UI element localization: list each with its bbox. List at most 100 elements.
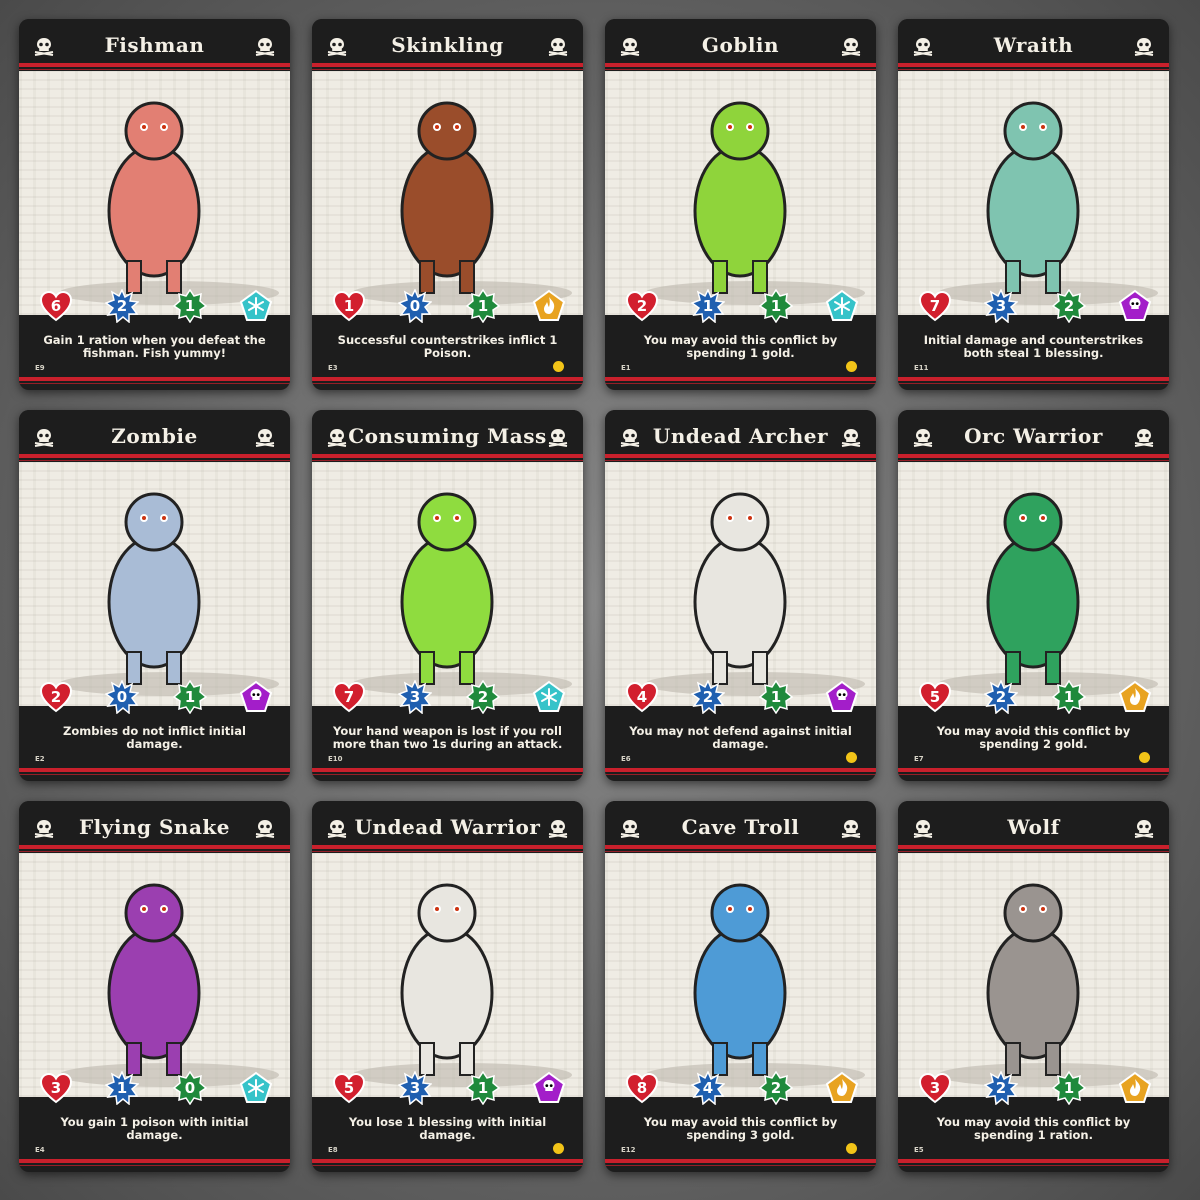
card-rule-text: Zombies do not inflict initial damage. (63, 724, 246, 751)
card-code: E1 (621, 364, 631, 372)
header-stripe (605, 845, 876, 849)
gold-coin-icon (846, 752, 857, 763)
card-code: E9 (35, 364, 45, 372)
card-rule-text: Your hand weapon is lost if you roll mor… (332, 724, 563, 751)
header-stripe (312, 63, 583, 67)
monster-illustration (312, 462, 583, 706)
card-rule-text: You may avoid this conflict by spending … (936, 724, 1131, 751)
stat-row: 2 1 1 (605, 289, 876, 339)
defense-value: 3 (995, 297, 1007, 315)
footer-stripe (898, 768, 1169, 772)
gold-coin-icon (553, 1143, 564, 1154)
card-code: E7 (914, 755, 924, 763)
monster-card-flying-snake[interactable]: Flying Snake 3 1 0 You gain 1 poison wit… (19, 801, 290, 1172)
type-stat (825, 289, 859, 323)
monster-card-undead-warrior[interactable]: Undead Warrior 5 3 1 You lose 1 blessing… (312, 801, 583, 1172)
skull-icon (841, 38, 861, 56)
header-stripe (19, 63, 290, 67)
health-value: 3 (50, 1079, 62, 1097)
header-stripe-thin (605, 460, 876, 461)
card-rule-text: You may avoid this conflict by spending … (643, 1115, 838, 1142)
footer-stripe-thin (19, 774, 290, 775)
footer-stripe (312, 377, 583, 381)
stat-row: 6 2 1 (19, 289, 290, 339)
defense-stat: 2 (691, 680, 725, 714)
monster-illustration (605, 71, 876, 315)
header-stripe (605, 454, 876, 458)
card-title: Zombie (111, 424, 198, 448)
stat-row: 3 1 0 (19, 1071, 290, 1121)
monster-card-zombie[interactable]: Zombie 2 0 1 Zombies do not inflict init… (19, 410, 290, 781)
speed-value: 1 (184, 688, 196, 706)
speed-stat: 1 (173, 289, 207, 323)
card-rule-text: You may not defend against initial damag… (629, 724, 852, 751)
skull-icon (548, 429, 568, 447)
health-stat: 7 (332, 680, 366, 714)
footer-stripe-thin (312, 383, 583, 384)
card-title: Wolf (1007, 815, 1060, 839)
monster-card-goblin[interactable]: Goblin 2 1 1 You may avoid this conflict… (605, 19, 876, 390)
type-stat (825, 680, 859, 714)
card-title: Undead Archer (652, 424, 829, 448)
card-rule-text: Gain 1 ration when you defeat the fishma… (43, 333, 266, 360)
health-value: 1 (343, 297, 355, 315)
footer-stripe-thin (19, 383, 290, 384)
monster-illustration (312, 71, 583, 315)
card-code: E12 (621, 1146, 636, 1154)
defense-value: 2 (116, 297, 128, 315)
card-title: Goblin (701, 33, 780, 57)
defense-stat: 3 (398, 1071, 432, 1105)
card-rule-text: You may avoid this conflict by spending … (936, 1115, 1131, 1142)
type-stat (825, 1071, 859, 1105)
footer-stripe-thin (605, 383, 876, 384)
card-rule-text: You lose 1 blessing with initial damage. (348, 1115, 547, 1142)
speed-value: 1 (477, 1079, 489, 1097)
header-stripe-thin (605, 851, 876, 852)
footer-stripe (19, 377, 290, 381)
speed-value: 1 (770, 688, 782, 706)
fire-icon (1118, 1071, 1152, 1103)
type-stat (1118, 289, 1152, 323)
monster-card-wolf[interactable]: Wolf 3 2 1 You may avoid this conflict b… (898, 801, 1169, 1172)
speed-value: 1 (1063, 688, 1075, 706)
defense-value: 2 (995, 688, 1007, 706)
monster-card-skinkling[interactable]: Skinkling 1 0 1 Successful counterstrike… (312, 19, 583, 390)
header-stripe (898, 63, 1169, 67)
monster-card-orc-warrior[interactable]: Orc Warrior 5 2 1 You may avoid this con… (898, 410, 1169, 781)
defense-value: 1 (116, 1079, 128, 1097)
monster-card-cave-troll[interactable]: Cave Troll 8 4 2 You may avoid this conf… (605, 801, 876, 1172)
health-value: 2 (636, 297, 648, 315)
defense-stat: 0 (398, 289, 432, 323)
footer-stripe (605, 768, 876, 772)
header-stripe (19, 454, 290, 458)
health-value: 7 (343, 688, 355, 706)
monster-card-consuming-mass[interactable]: Consuming Mass 7 3 2 Your hand weapon is… (312, 410, 583, 781)
card-code: E3 (328, 364, 338, 372)
defense-value: 2 (702, 688, 714, 706)
monster-card-undead-archer[interactable]: Undead Archer 4 2 1 You may not defend a… (605, 410, 876, 781)
speed-value: 1 (1063, 1079, 1075, 1097)
defense-stat: 2 (984, 1071, 1018, 1105)
defense-stat: 1 (691, 289, 725, 323)
skull-icon (825, 680, 859, 712)
card-title: Flying Snake (78, 815, 231, 839)
skull-icon (841, 429, 861, 447)
card-title: Cave Troll (681, 815, 800, 839)
defense-stat: 1 (105, 1071, 139, 1105)
card-title: Consuming Mass (348, 424, 547, 448)
type-stat (532, 680, 566, 714)
monster-card-wraith[interactable]: Wraith 7 3 2 Initial damage and counters… (898, 19, 1169, 390)
gold-coin-icon (846, 1143, 857, 1154)
monster-card-fishman[interactable]: Fishman 6 2 1 Gain 1 ration when you def… (19, 19, 290, 390)
card-code: E8 (328, 1146, 338, 1154)
header-stripe-thin (898, 460, 1169, 461)
card-rule-text: Initial damage and counterstrikes both s… (923, 333, 1144, 360)
defense-value: 4 (702, 1079, 714, 1097)
type-stat (532, 289, 566, 323)
defense-value: 0 (116, 688, 128, 706)
card-code: E6 (621, 755, 631, 763)
monster-illustration (898, 853, 1169, 1097)
card-code: E2 (35, 755, 45, 763)
health-stat: 3 (39, 1071, 73, 1105)
speed-stat: 0 (173, 1071, 207, 1105)
